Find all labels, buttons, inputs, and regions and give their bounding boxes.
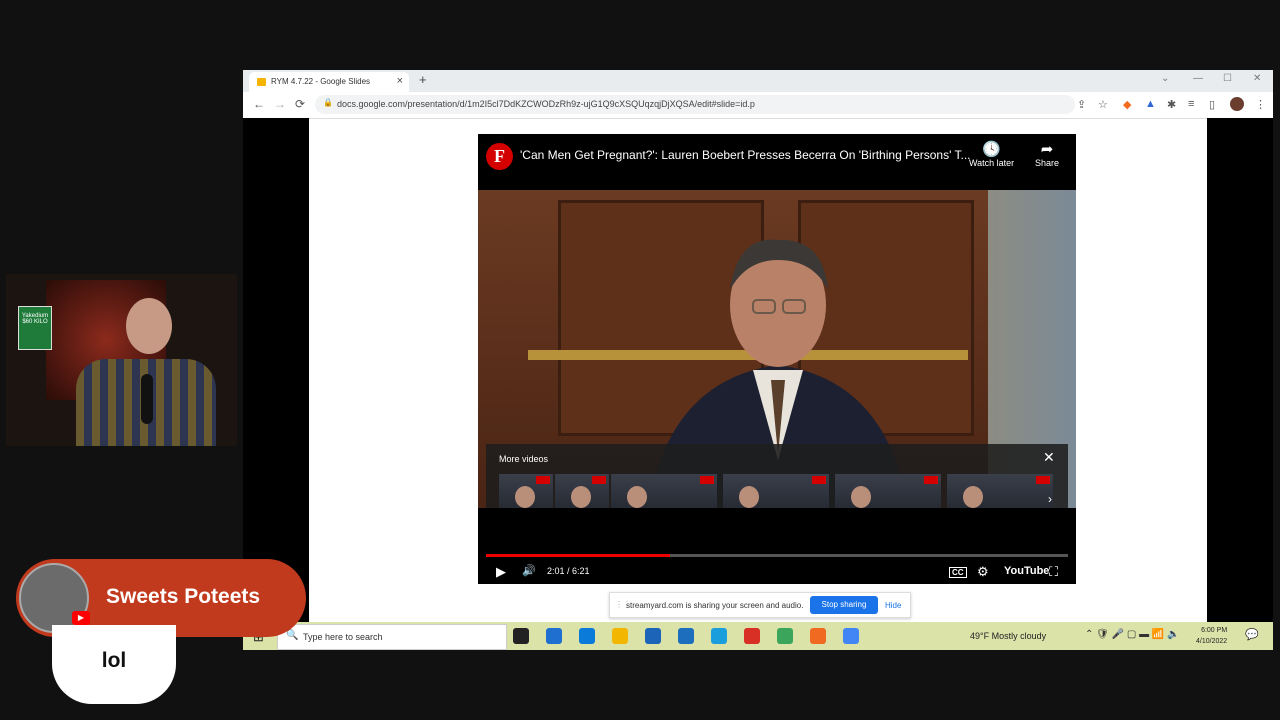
- address-bar[interactable]: 🔒 docs.google.com/presentation/d/1m2I5cl…: [315, 95, 1075, 114]
- youtube-embed[interactable]: F 'Can Men Get Pregnant?': Lauren Boeber…: [478, 134, 1076, 584]
- streamer-head: [126, 298, 172, 354]
- video-progress-bar[interactable]: [486, 554, 1068, 557]
- clock-time: 6:00 PM: [1201, 627, 1228, 634]
- more-videos-label: More videos: [499, 454, 549, 464]
- slide-letterbox-right: [1207, 118, 1273, 650]
- more-videos-close-icon[interactable]: ✕: [1043, 449, 1055, 466]
- taskbar-app-icon[interactable]: [711, 628, 727, 644]
- youtube-logo[interactable]: YouTube: [1004, 565, 1049, 577]
- suggested-video-thumbnail[interactable]: [835, 474, 941, 508]
- clock-date: 4/10/2022: [1196, 638, 1228, 645]
- video-controls: ▶ 🔊 2:01 / 6:21 CC ⚙ YouTube ⛶: [478, 560, 1076, 584]
- play-icon[interactable]: ▶: [496, 564, 506, 580]
- tab-google-slides[interactable]: RYM 4.7.22 - Google Slides ×: [249, 72, 409, 92]
- address-toolbar: ← → ⟳ 🔒 docs.google.com/presentation/d/1…: [243, 92, 1273, 119]
- screen-sharing-bar: ⋮⋮ streamyard.com is sharing your screen…: [609, 592, 911, 618]
- new-tab-button[interactable]: +: [419, 72, 427, 87]
- forward-button[interactable]: →: [274, 97, 286, 111]
- video-frame[interactable]: More videos ✕ ›: [478, 190, 1076, 508]
- taskbar-app-icon[interactable]: [777, 628, 793, 644]
- search-icon: 🔍: [286, 630, 299, 641]
- lock-icon: 🔒: [323, 98, 333, 107]
- video-progress-fill: [486, 554, 670, 557]
- suggested-video-thumbnail[interactable]: [499, 474, 553, 508]
- slides-favicon-icon: [257, 78, 266, 86]
- suggested-video-thumbnail[interactable]: [611, 474, 717, 508]
- fullscreen-icon[interactable]: ⛶: [1049, 564, 1058, 580]
- microphone-icon: [141, 374, 153, 424]
- url-text: docs.google.com/presentation/d/1m2I5cl7D…: [337, 99, 755, 109]
- green-wall-sign: Yakedium $60 KILO: [18, 306, 52, 350]
- taskbar-app-icon[interactable]: [513, 628, 529, 644]
- taskbar-search-box[interactable]: 🔍 Type here to search: [277, 624, 507, 650]
- share-button[interactable]: ➦ Share: [1035, 141, 1060, 169]
- taskbar-app-icon[interactable]: [678, 628, 694, 644]
- browser-menu-icon[interactable]: ⋮: [1255, 98, 1266, 111]
- clock-icon: 🕓: [982, 141, 1001, 158]
- stop-sharing-button[interactable]: Stop sharing: [810, 596, 878, 614]
- watch-later-label: Watch later: [969, 158, 1015, 168]
- commenter-username: Sweets Poteets: [106, 585, 261, 608]
- share-page-icon[interactable]: ⇪: [1077, 98, 1086, 111]
- system-tray-icons[interactable]: ⌃ 🛡 🎤 ▢ ▬ 📶 🔈: [1085, 629, 1180, 640]
- volume-icon[interactable]: 🔊: [522, 564, 536, 577]
- captions-icon[interactable]: CC: [949, 567, 967, 578]
- taskbar-app-icon[interactable]: [645, 628, 661, 644]
- close-window-button[interactable]: ✕: [1253, 73, 1261, 84]
- video-time: 2:01 / 6:21: [547, 566, 590, 576]
- settings-gear-icon[interactable]: ⚙: [977, 564, 989, 580]
- extension-blue-icon[interactable]: ▲: [1145, 98, 1156, 110]
- taskbar-app-icon[interactable]: [612, 628, 628, 644]
- extension-orange-icon[interactable]: ◆: [1123, 98, 1131, 111]
- chat-message-text: lol: [101, 649, 127, 672]
- tab-search-icon[interactable]: ⌄: [1161, 73, 1169, 84]
- more-videos-panel: More videos ✕ ›: [486, 444, 1068, 508]
- taskbar-app-icon[interactable]: [843, 628, 859, 644]
- extensions-puzzle-icon[interactable]: ✱: [1167, 98, 1176, 111]
- notification-center-icon[interactable]: 💬: [1245, 628, 1259, 641]
- weather-widget[interactable]: 49°F Mostly cloudy: [970, 631, 1046, 641]
- webcam-feed: Yakedium $60 KILO: [6, 274, 237, 446]
- tab-bar: RYM 4.7.22 - Google Slides × + ⌄ — ☐ ✕: [243, 70, 1273, 92]
- sharing-message: streamyard.com is sharing your screen an…: [626, 601, 804, 610]
- youtube-badge-icon: ▶: [72, 611, 90, 625]
- minimize-button[interactable]: —: [1193, 73, 1203, 84]
- reading-list-icon[interactable]: ≡: [1188, 98, 1194, 110]
- maximize-button[interactable]: ☐: [1223, 73, 1232, 84]
- browser-window: RYM 4.7.22 - Google Slides × + ⌄ — ☐ ✕ ←…: [243, 70, 1273, 650]
- suggested-video-thumbnail[interactable]: [723, 474, 829, 508]
- taskbar-app-icon[interactable]: [546, 628, 562, 644]
- taskbar-app-icon[interactable]: [810, 628, 826, 644]
- profile-avatar[interactable]: [1230, 97, 1244, 111]
- tab-close-icon[interactable]: ×: [397, 75, 403, 87]
- side-panel-icon[interactable]: ▯: [1209, 98, 1215, 111]
- taskbar-app-icon[interactable]: [744, 628, 760, 644]
- video-title-bar: F 'Can Men Get Pregnant?': Lauren Boeber…: [478, 134, 1076, 190]
- taskbar-app-icon[interactable]: [579, 628, 595, 644]
- reload-button[interactable]: ⟳: [295, 97, 305, 111]
- taskbar-clock[interactable]: 6:00 PM 4/10/2022: [1196, 625, 1227, 647]
- watch-later-button[interactable]: 🕓 Watch later: [969, 141, 1015, 169]
- hide-sharing-bar-link[interactable]: Hide: [885, 601, 901, 610]
- chat-message-bubble: lol: [52, 625, 176, 704]
- forbes-channel-logo[interactable]: F: [486, 143, 513, 170]
- suggested-video-thumbnail[interactable]: [947, 474, 1053, 508]
- share-arrow-icon: ➦: [1040, 141, 1054, 158]
- video-title[interactable]: 'Can Men Get Pregnant?': Lauren Boebert …: [520, 148, 971, 162]
- bookmark-star-icon[interactable]: ☆: [1098, 98, 1108, 111]
- windows-taskbar: ⊞ 🔍 Type here to search 49°F Mostly clou…: [243, 622, 1273, 650]
- tab-title: RYM 4.7.22 - Google Slides: [271, 77, 371, 86]
- suggested-video-thumbnail[interactable]: [555, 474, 609, 508]
- more-videos-next-icon[interactable]: ›: [1048, 492, 1052, 506]
- search-placeholder: Type here to search: [303, 632, 383, 642]
- back-button[interactable]: ←: [253, 97, 265, 111]
- share-label: Share: [1035, 158, 1060, 168]
